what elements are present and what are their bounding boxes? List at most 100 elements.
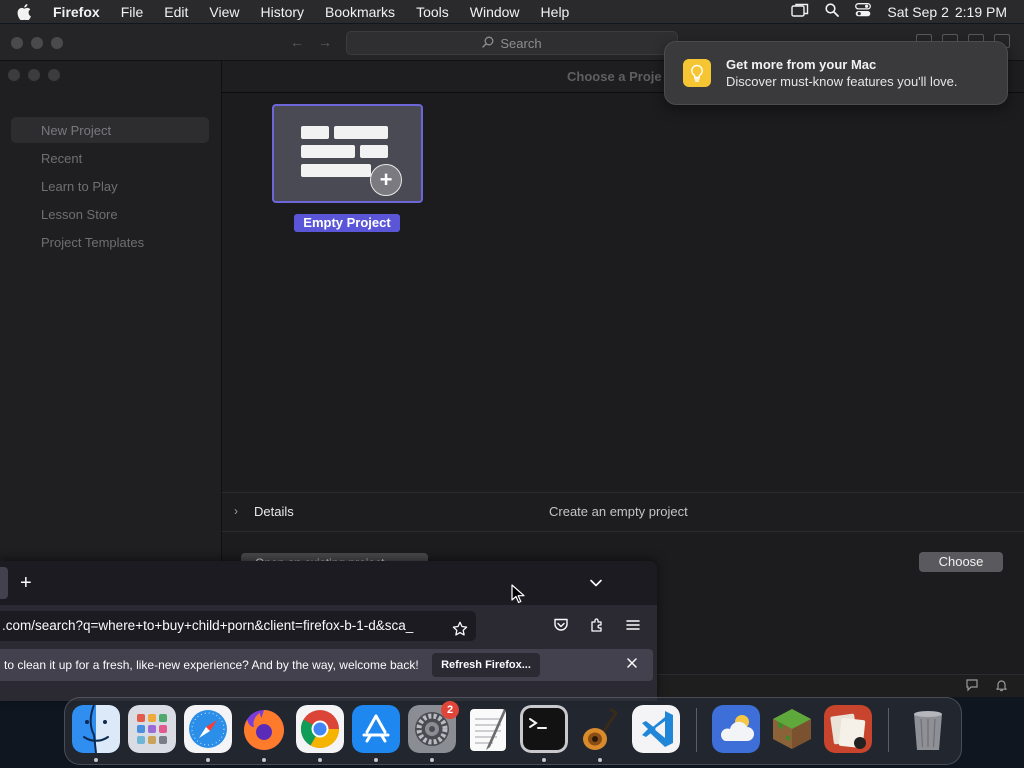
sidebar-item-lesson-store[interactable]: Lesson Store xyxy=(11,201,209,227)
chrome-icon[interactable] xyxy=(296,705,344,753)
sheet-zoom-icon[interactable] xyxy=(48,69,60,81)
minecraft-icon[interactable] xyxy=(768,705,816,753)
add-plus-icon: + xyxy=(370,164,402,196)
window-status-strip xyxy=(657,674,1024,697)
empty-project-template-tile[interactable]: + xyxy=(272,104,423,203)
close-window-icon[interactable] xyxy=(11,37,23,49)
template-label[interactable]: Empty Project xyxy=(294,214,400,232)
pocket-icon[interactable] xyxy=(553,617,569,638)
bookmark-star-icon[interactable] xyxy=(452,618,468,641)
hamburger-menu-icon[interactable] xyxy=(625,617,641,638)
sheet-close-icon[interactable] xyxy=(8,69,20,81)
sidebar-item-project-templates[interactable]: Project Templates xyxy=(11,229,209,255)
running-indicator xyxy=(430,758,434,762)
choose-button[interactable]: Choose xyxy=(919,552,1003,572)
safari-icon[interactable] xyxy=(184,705,232,753)
menu-tools[interactable]: Tools xyxy=(416,4,449,20)
firefox-tab-strip: + xyxy=(0,561,657,605)
trash-icon[interactable] xyxy=(904,705,952,753)
details-label: Details xyxy=(254,504,294,519)
template-brick xyxy=(360,145,388,158)
new-tab-button[interactable]: + xyxy=(20,572,32,595)
lightbulb-icon xyxy=(683,59,711,87)
sidebar-item-recent[interactable]: Recent xyxy=(11,145,209,171)
bell-icon[interactable] xyxy=(995,678,1008,697)
extensions-puzzle-icon[interactable] xyxy=(589,617,605,638)
template-brick xyxy=(301,145,355,158)
menu-date: Sat Sep 2 xyxy=(887,3,949,20)
menu-bar: Firefox File Edit View History Bookmarks… xyxy=(0,0,1024,23)
control-center-icon[interactable] xyxy=(855,3,872,20)
menu-history[interactable]: History xyxy=(260,4,304,20)
photo-booth-icon[interactable] xyxy=(824,705,872,753)
sidebar-item-label: Project Templates xyxy=(41,234,145,250)
vscode-icon[interactable] xyxy=(632,705,680,753)
textedit-icon[interactable] xyxy=(464,705,512,753)
list-all-tabs-chevron-icon[interactable] xyxy=(589,575,603,593)
window-traffic-lights xyxy=(11,37,63,49)
sheet-title: Choose a Proje xyxy=(567,69,662,84)
browser-tab[interactable] xyxy=(0,567,8,599)
apple-menu-icon[interactable] xyxy=(17,3,37,20)
sidebar-item-label: Lesson Store xyxy=(41,206,118,222)
notification-title: Get more from your Mac xyxy=(726,57,877,72)
running-indicator xyxy=(262,758,266,762)
spotlight-search-icon[interactable] xyxy=(825,3,840,20)
firefox-nav-bar: .com/search?q=where+to+buy+child+porn&cl… xyxy=(0,605,657,647)
dock-separator xyxy=(696,708,697,752)
menu-window[interactable]: Window xyxy=(470,4,520,20)
template-brick xyxy=(301,126,329,139)
weather-icon[interactable] xyxy=(712,705,760,753)
refresh-message: to clean it up for a fresh, like-new exp… xyxy=(4,658,419,672)
menu-app-name[interactable]: Firefox xyxy=(53,4,100,20)
sidebar-item-new-project[interactable]: New Project xyxy=(11,117,209,143)
menu-view[interactable]: View xyxy=(209,4,239,20)
menu-help[interactable]: Help xyxy=(541,4,570,20)
search-placeholder: Search xyxy=(500,35,542,51)
feedback-icon[interactable] xyxy=(965,678,979,697)
menu-bookmarks[interactable]: Bookmarks xyxy=(325,4,395,20)
search-icon xyxy=(482,36,494,51)
terminal-icon[interactable] xyxy=(520,705,568,753)
sidebar-item-label: Learn to Play xyxy=(41,178,118,194)
running-indicator xyxy=(94,758,98,762)
menu-edit[interactable]: Edit xyxy=(164,4,188,20)
close-icon[interactable] xyxy=(626,656,638,674)
toolbar-search-field[interactable]: Search xyxy=(346,31,678,55)
garageband-icon[interactable] xyxy=(576,705,624,753)
firefox-window: + .com/search?q=where+to+buy+child+porn&… xyxy=(0,561,657,701)
running-indicator xyxy=(374,758,378,762)
sidebar-item-label: New Project xyxy=(41,122,112,138)
firefox-icon[interactable] xyxy=(240,705,288,753)
details-disclosure[interactable]: › Details Create an empty project xyxy=(222,492,1024,532)
url-text: .com/search?q=where+to+buy+child+porn&cl… xyxy=(2,618,414,633)
running-indicator xyxy=(542,758,546,762)
dock-separator xyxy=(888,708,889,752)
details-description: Create an empty project xyxy=(549,504,688,519)
zoom-window-icon[interactable] xyxy=(51,37,63,49)
menu-clock[interactable]: Sat Sep 2 2:19 PM xyxy=(887,4,1007,20)
sidebar-item-label: Recent xyxy=(41,150,83,166)
tips-notification[interactable]: Get more from your Mac Discover must-kno… xyxy=(664,41,1008,105)
dock: 2 xyxy=(64,697,962,765)
notification-body: Discover must-know features you'll love. xyxy=(726,74,958,89)
minimize-window-icon[interactable] xyxy=(31,37,43,49)
template-brick xyxy=(334,126,388,139)
app-store-icon[interactable] xyxy=(352,705,400,753)
back-arrow-icon[interactable]: ← xyxy=(290,34,304,50)
screen-mirroring-icon[interactable] xyxy=(791,3,809,20)
running-indicator xyxy=(318,758,322,762)
menu-time: 2:19 PM xyxy=(954,3,1007,20)
sheet-minimize-icon[interactable] xyxy=(28,69,40,81)
chevron-right-icon[interactable]: › xyxy=(234,504,238,518)
forward-arrow-icon[interactable]: → xyxy=(318,34,332,50)
finder-icon[interactable] xyxy=(72,705,120,753)
running-indicator xyxy=(206,758,210,762)
sidebar-item-learn-to-play[interactable]: Learn to Play xyxy=(11,173,209,199)
launchpad-icon[interactable] xyxy=(128,705,176,753)
mouse-cursor-icon xyxy=(511,584,525,609)
running-indicator xyxy=(598,758,602,762)
menu-file[interactable]: File xyxy=(121,4,144,20)
url-bar[interactable]: .com/search?q=where+to+buy+child+porn&cl… xyxy=(0,611,476,641)
refresh-firefox-button[interactable]: Refresh Firefox... xyxy=(432,653,540,677)
